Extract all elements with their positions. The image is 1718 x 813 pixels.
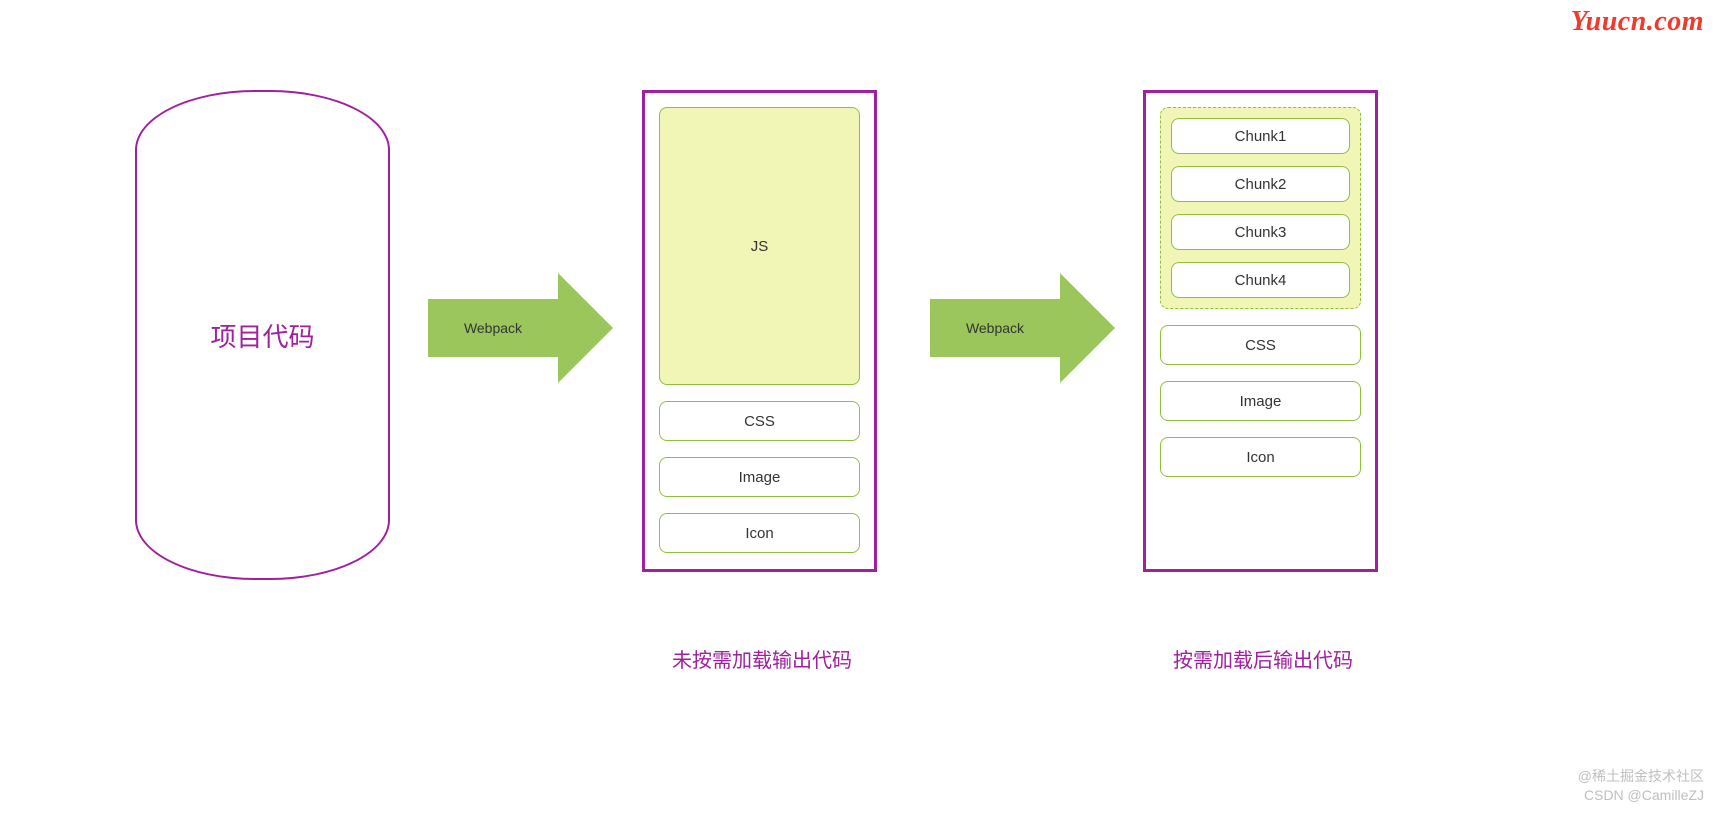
css-block: CSS [1160, 325, 1361, 365]
css-label: CSS [1245, 337, 1276, 354]
css-block: CSS [659, 401, 860, 441]
watermark-top: Yuucn.com [1571, 6, 1704, 38]
chunk-block: Chunk2 [1171, 166, 1350, 202]
chunk-block: Chunk4 [1171, 262, 1350, 298]
icon-block: Icon [1160, 437, 1361, 477]
output-box-optimized: Chunk1 Chunk2 Chunk3 Chunk4 CSS Image Ic… [1143, 90, 1378, 572]
watermark-line1: @稀土掘金技术社区 [1578, 767, 1704, 786]
watermark-line2: CSDN @CamilleZJ [1578, 786, 1704, 805]
chunks-group: Chunk1 Chunk2 Chunk3 Chunk4 [1160, 107, 1361, 309]
arrow-webpack-1: Webpack [428, 273, 613, 383]
caption-optimized: 按需加载后输出代码 [1113, 644, 1413, 673]
chunk-block: Chunk3 [1171, 214, 1350, 250]
arrow-label: Webpack [464, 320, 522, 336]
image-block: Image [659, 457, 860, 497]
icon-block: Icon [659, 513, 860, 553]
image-label: Image [739, 469, 781, 486]
chunk-label: Chunk1 [1235, 128, 1287, 145]
project-code-label: 项目代码 [210, 317, 314, 354]
arrow-head-icon [1060, 273, 1115, 383]
chunk-block: Chunk1 [1171, 118, 1350, 154]
arrow-shaft: Webpack [930, 299, 1060, 357]
css-label: CSS [744, 413, 775, 430]
project-code-shape: 项目代码 [135, 90, 390, 580]
output-box-unoptimized: JS CSS Image Icon [642, 90, 877, 572]
caption-unoptimized: 未按需加载输出代码 [612, 644, 912, 673]
chunk-label: Chunk3 [1235, 224, 1287, 241]
arrow-label: Webpack [966, 320, 1024, 336]
js-label: JS [751, 238, 769, 255]
icon-label: Icon [1246, 449, 1274, 466]
js-bundle-block: JS [659, 107, 860, 385]
chunk-label: Chunk2 [1235, 176, 1287, 193]
arrow-webpack-2: Webpack [930, 273, 1115, 383]
arrow-shaft: Webpack [428, 299, 558, 357]
image-label: Image [1240, 393, 1282, 410]
image-block: Image [1160, 381, 1361, 421]
arrow-head-icon [558, 273, 613, 383]
chunk-label: Chunk4 [1235, 272, 1287, 289]
icon-label: Icon [745, 525, 773, 542]
watermark-bottom: @稀土掘金技术社区 CSDN @CamilleZJ [1578, 767, 1704, 805]
diagram-canvas: 项目代码 Webpack JS CSS Image Icon 未按需加载输出代码… [0, 0, 1718, 813]
